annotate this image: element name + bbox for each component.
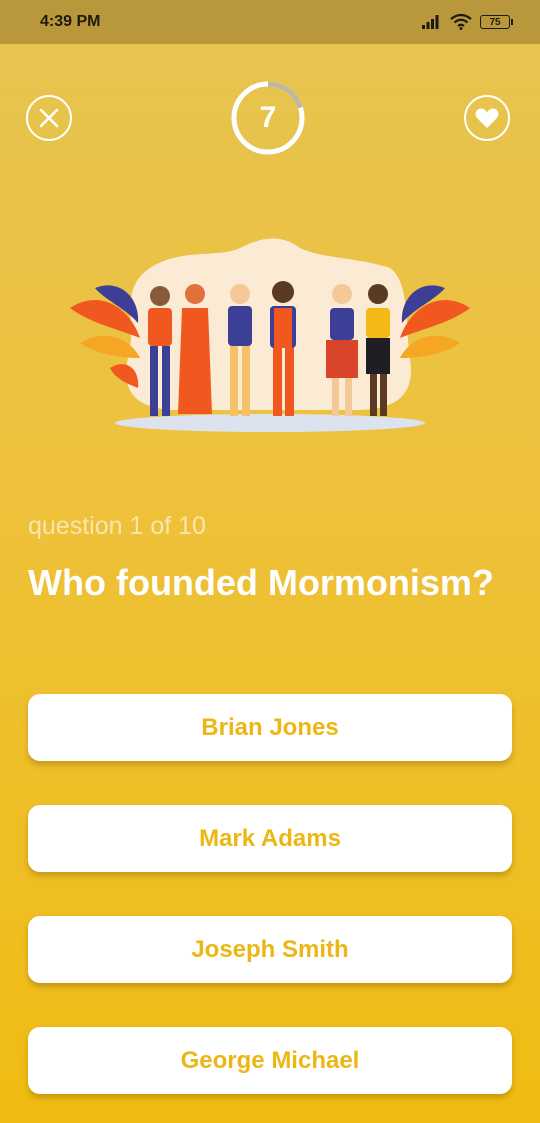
answer-button-2[interactable]: Mark Adams xyxy=(28,805,512,872)
status-time: 4:39 PM xyxy=(40,13,101,30)
countdown-timer: 7 xyxy=(229,79,307,157)
status-bar: 4:39 PM 75 xyxy=(0,0,540,44)
signal-icon xyxy=(422,15,439,29)
wifi-icon xyxy=(450,14,472,30)
favorite-button[interactable] xyxy=(464,95,510,141)
leaves-right xyxy=(400,285,470,358)
answer-button-1[interactable]: Brian Jones xyxy=(28,694,512,761)
answer-list: Brian Jones Mark Adams Joseph Smith Geor… xyxy=(28,694,512,1123)
battery-icon: 75 xyxy=(480,15,513,29)
battery-level: 75 xyxy=(489,16,501,28)
close-button[interactable] xyxy=(26,95,72,141)
answer-button-3[interactable]: Joseph Smith xyxy=(28,916,512,983)
timer-value: 7 xyxy=(259,101,277,134)
answer-button-4[interactable]: George Michael xyxy=(28,1027,512,1094)
status-icons: 75 xyxy=(422,14,513,30)
heart-icon xyxy=(475,108,499,128)
people-illustration xyxy=(70,238,470,432)
question-counter: question 1 of 10 xyxy=(28,512,206,540)
leaves-left xyxy=(70,285,140,388)
close-icon xyxy=(39,108,59,128)
question-text: Who founded Mormonism? xyxy=(28,562,494,603)
